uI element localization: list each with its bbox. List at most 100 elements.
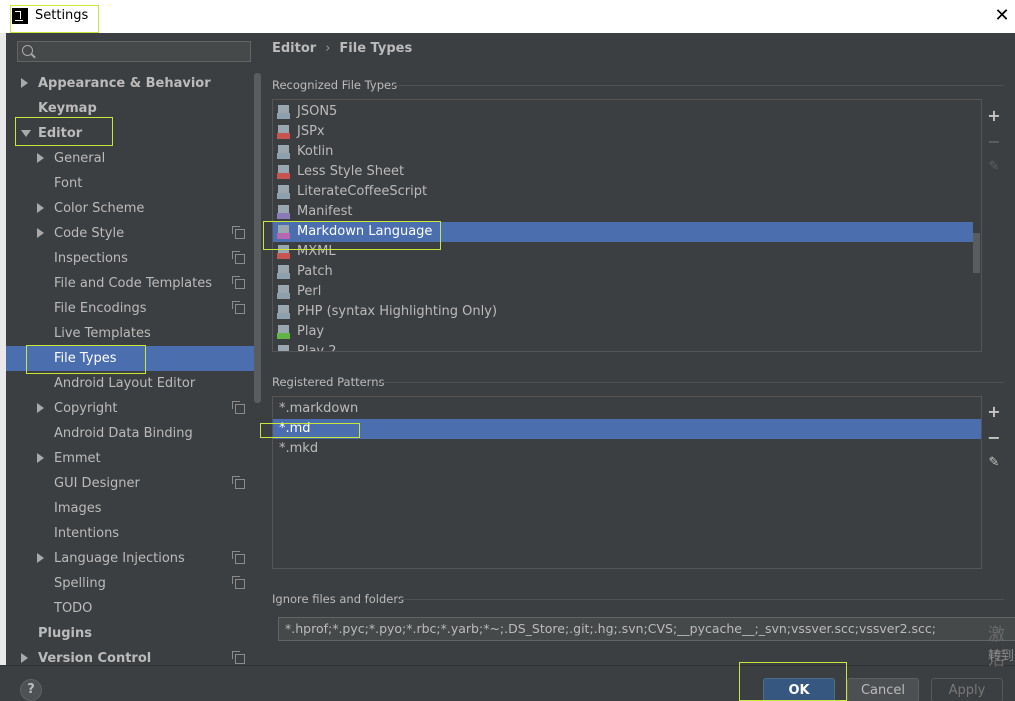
project-level-icon [232,651,245,664]
sidebar-item-label: Appearance & Behavior [38,76,211,91]
dialog-button-bar: ? OK Cancel Apply [0,665,1015,701]
pattern-label: *.mkd [279,441,319,456]
chevron-right-icon[interactable] [37,553,44,563]
section-divider [381,382,1004,383]
sidebar-item-label: Spelling [54,576,106,591]
pattern-row[interactable]: *.md [273,419,981,439]
sidebar-item-font[interactable]: Font [6,171,254,196]
file-type-label: Play 2 [297,344,337,352]
sidebar-item-label: Android Layout Editor [54,376,196,391]
sidebar-item-label: Color Scheme [54,201,145,216]
jspx-file-icon [277,125,290,139]
pattern-row[interactable]: *.mkd [273,439,981,459]
file-type-row[interactable]: Manifest [273,202,973,222]
sidebar-item-android-data-binding[interactable]: Android Data Binding [6,421,254,446]
sidebar-item-emmet[interactable]: Emmet [6,446,254,471]
file-type-row[interactable]: Play [273,322,973,342]
file-type-row[interactable]: Perl [273,282,973,302]
cancel-button[interactable]: Cancel [847,678,919,701]
apply-button[interactable]: Apply [931,678,1003,701]
sidebar-item-label: Code Style [54,226,125,241]
chevron-right-icon[interactable] [37,153,44,163]
sidebar-item-version-control[interactable]: Version Control [6,646,254,665]
php-file-icon [277,305,290,319]
manifest-file-icon [277,205,290,219]
chevron-right-icon[interactable] [37,203,44,213]
sidebar-item-gui-designer[interactable]: GUI Designer [6,471,254,496]
file-type-row[interactable]: PHP (syntax Highlighting Only) [273,302,973,322]
sidebar-item-code-style[interactable]: Code Style [6,221,254,246]
play2-file-icon [277,345,290,351]
chevron-right-icon[interactable] [21,78,28,88]
file-type-row[interactable]: JSON5 [273,102,973,122]
annotation-highlight [739,662,847,701]
sidebar-item-label: General [54,151,106,166]
file-types-scrollbar[interactable] [973,233,980,273]
chevron-right-icon[interactable] [37,403,44,413]
sidebar-item-label: Emmet [54,451,101,466]
file-type-label: Perl [297,284,322,299]
sidebar-item-todo[interactable]: TODO [6,596,254,621]
remove-file-type-button[interactable]: − [986,134,1002,150]
file-types-page: Editor › File Types Recognized File Types … [261,33,1015,665]
title-bar: Settings ✕ [0,0,1015,33]
add-file-type-button[interactable]: + [986,108,1002,124]
project-level-icon [232,251,245,264]
remove-pattern-button[interactable]: − [986,430,1002,446]
file-type-label: PHP (syntax Highlighting Only) [297,304,498,319]
file-type-row[interactable]: LiterateCoffeeScript [273,182,973,202]
perl-file-icon [277,285,290,299]
file-type-row[interactable]: Patch [273,262,973,282]
sidebar-item-plugins[interactable]: Plugins [6,621,254,646]
sidebar-item-file-encodings[interactable]: File Encodings [6,296,254,321]
coffeescript-file-icon [277,185,290,199]
annotation-highlight [26,345,146,374]
file-type-row[interactable]: Kotlin [273,142,973,162]
sidebar-item-label: Inspections [54,251,128,266]
project-level-icon [232,576,245,589]
json5-file-icon [277,105,290,119]
sidebar-item-label: GUI Designer [54,476,140,491]
edit-pattern-button[interactable]: ✎ [986,455,1002,471]
project-level-icon [232,551,245,564]
help-button[interactable]: ? [20,679,42,701]
breadcrumb-current: File Types [339,41,413,56]
sidebar-item-language-injections[interactable]: Language Injections [6,546,254,571]
edit-file-type-button[interactable]: ✎ [986,159,1002,175]
file-type-label: JSON5 [297,104,338,119]
project-level-icon [232,476,245,489]
file-type-label: JSPx [297,124,325,139]
search-icon [22,45,33,56]
sidebar-item-live-templates[interactable]: Live Templates [6,321,254,346]
sidebar-item-label: Font [54,176,83,191]
add-pattern-button[interactable]: + [986,404,1002,420]
pattern-row[interactable]: *.markdown [273,399,981,419]
close-button[interactable]: ✕ [990,4,1014,28]
chevron-right-icon[interactable] [21,653,28,663]
annotation-highlight [10,5,99,33]
sidebar-item-intentions[interactable]: Intentions [6,521,254,546]
project-level-icon [232,276,245,289]
registered-patterns-list[interactable]: *.markdown *.md *.mkd [272,396,982,569]
sidebar-item-general[interactable]: General [6,146,254,171]
sidebar-scrollbar[interactable] [254,73,261,403]
ignore-files-input[interactable]: *.hprof;*.pyc;*.pyo;*.rbc;*.yarb;*~;.DS_… [278,617,1015,641]
annotation-highlight [15,117,113,146]
file-type-label: Patch [297,264,333,279]
sidebar-item-inspections[interactable]: Inspections [6,246,254,271]
sidebar-item-android-layout-editor[interactable]: Android Layout Editor [6,371,254,396]
sidebar-item-copyright[interactable]: Copyright [6,396,254,421]
chevron-right-icon[interactable] [37,453,44,463]
file-type-row[interactable]: JSPx [273,122,973,142]
sidebar-item-spelling[interactable]: Spelling [6,571,254,596]
sidebar-item-label: Android Data Binding [54,426,193,441]
sidebar-item-images[interactable]: Images [6,496,254,521]
file-type-row[interactable]: Play 2 [273,342,973,352]
sidebar-item-color-scheme[interactable]: Color Scheme [6,196,254,221]
sidebar-item-file-and-code-templates[interactable]: File and Code Templates [6,271,254,296]
file-type-row[interactable]: Less Style Sheet [273,162,973,182]
chevron-right-icon[interactable] [37,228,44,238]
settings-search-input[interactable] [17,41,251,62]
section-divider [399,599,1004,600]
sidebar-item-appearance-behavior[interactable]: Appearance & Behavior [6,71,254,96]
